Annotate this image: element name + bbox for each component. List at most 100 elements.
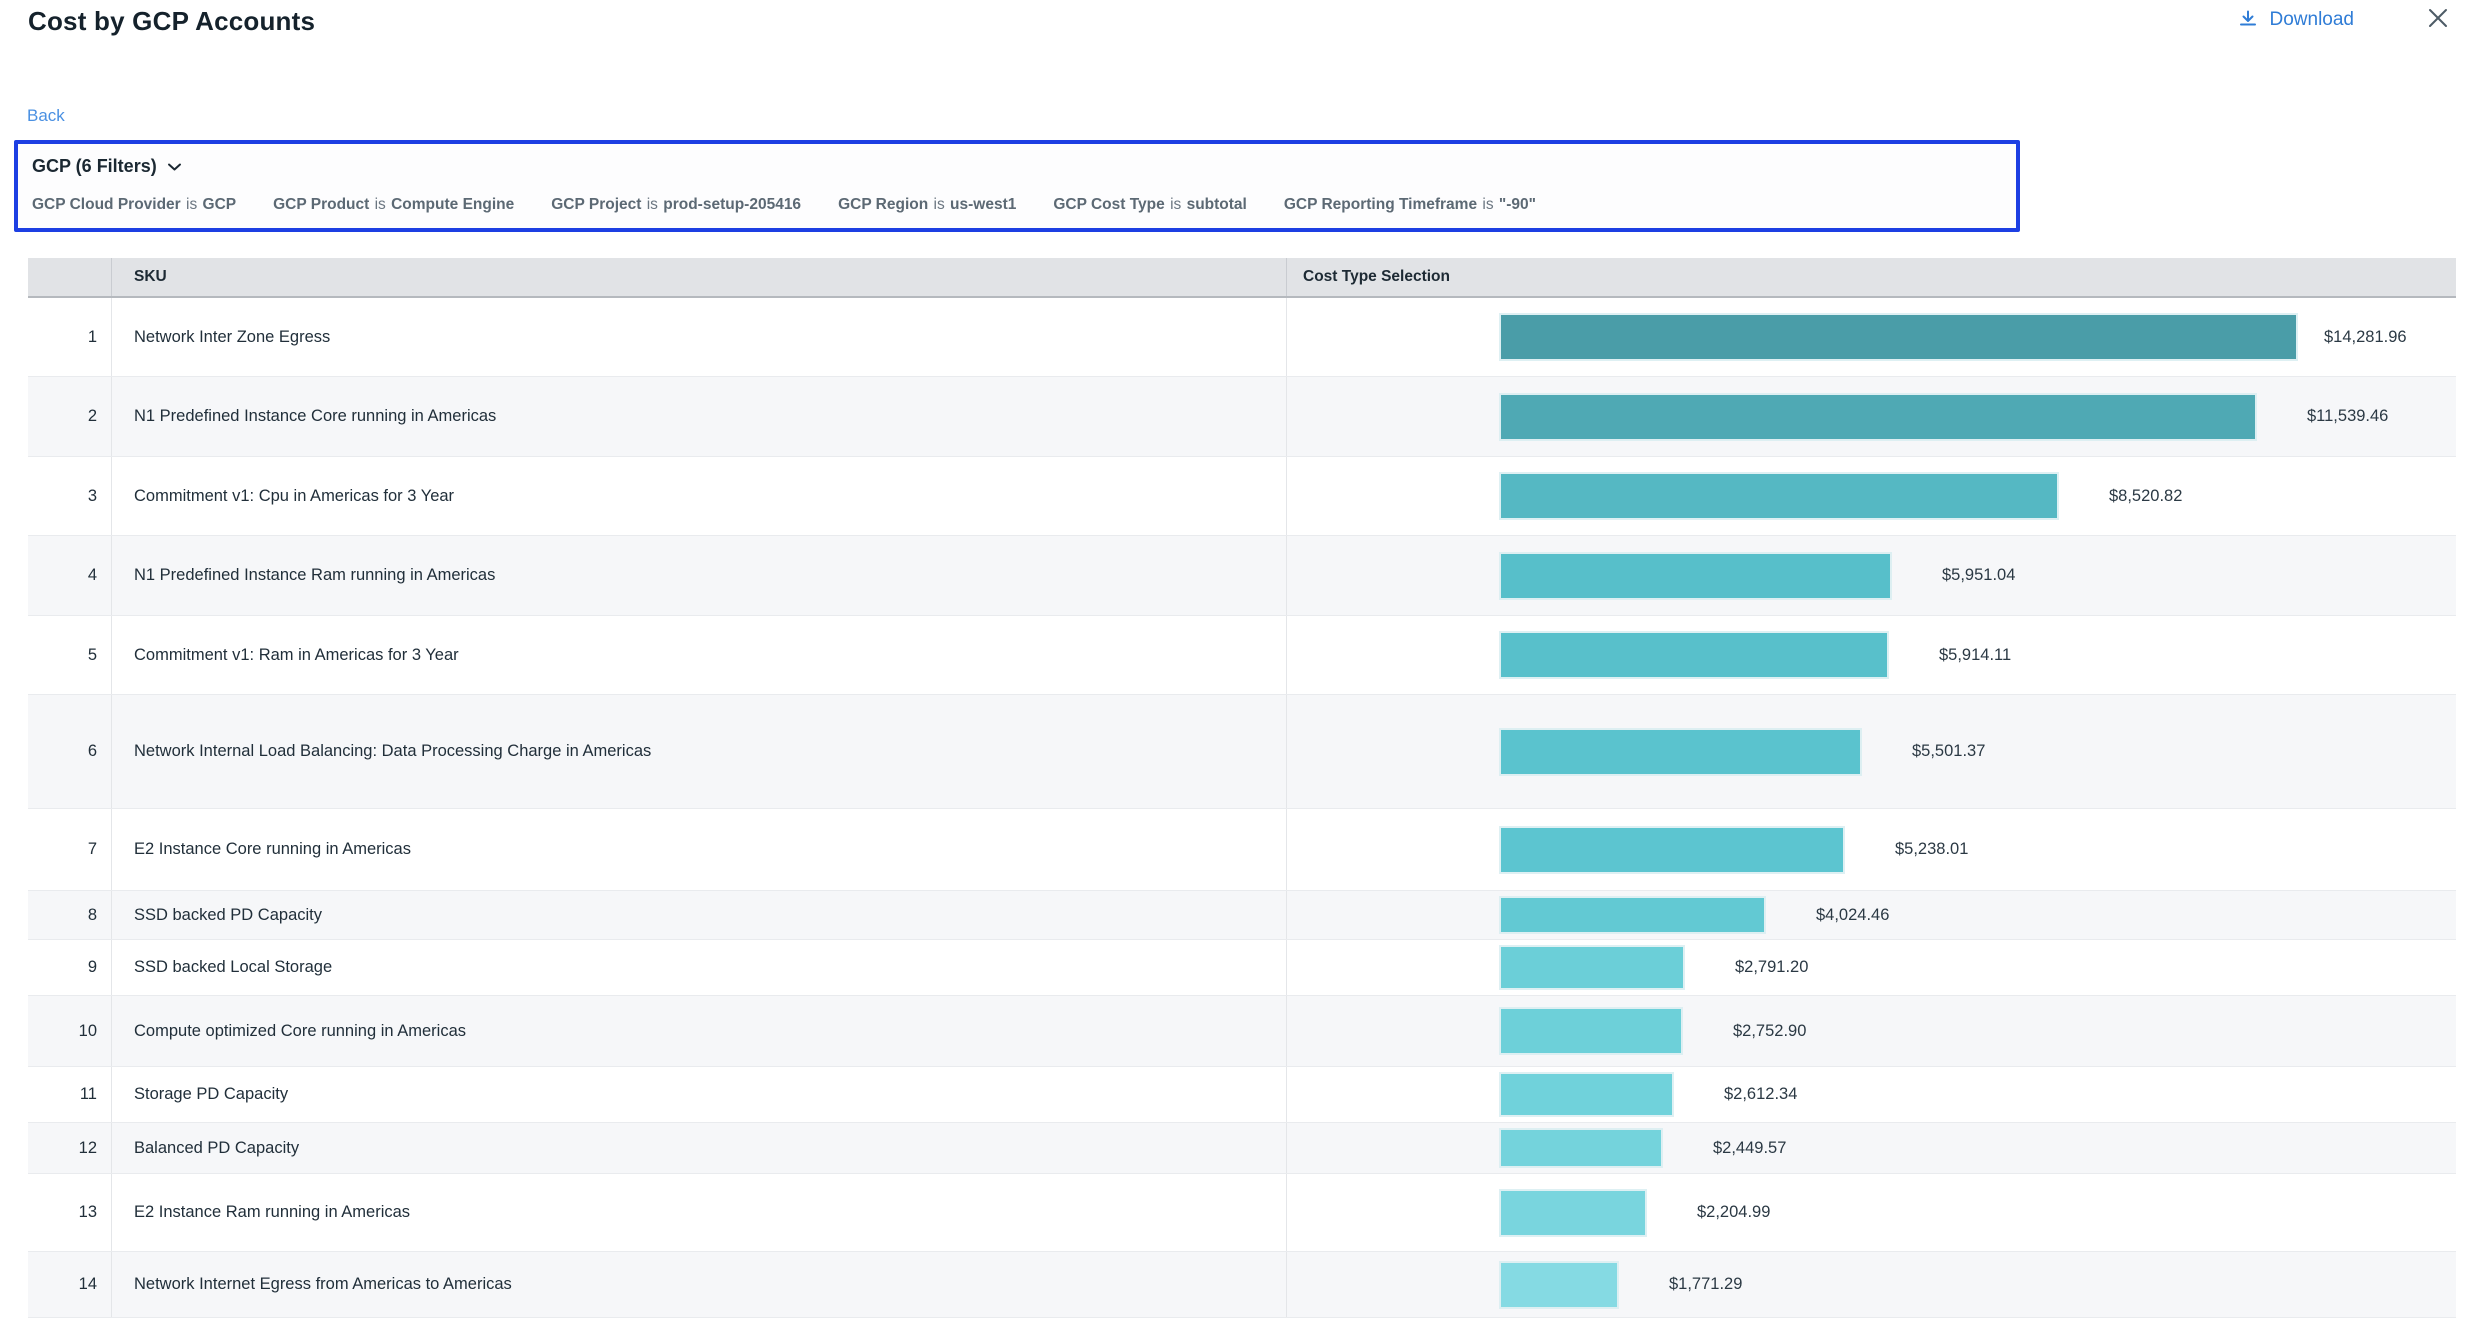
filter-summary-toggle[interactable]: GCP (6 Filters) (32, 154, 182, 178)
row-number: 14 (28, 1252, 112, 1317)
cost-table: SKU Cost Type Selection 1Network Inter Z… (28, 258, 2456, 1318)
row-number: 13 (28, 1174, 112, 1251)
cost-value-label: $1,771.29 (1669, 1275, 1742, 1294)
table-header: SKU Cost Type Selection (28, 258, 2456, 298)
filter-list: GCP Cloud Provider is GCP GCP Product is … (32, 194, 2002, 216)
cost-bar-cell: $2,752.90 (1287, 996, 2456, 1066)
download-icon (2238, 9, 2258, 30)
row-number: 4 (28, 536, 112, 615)
cost-bar-cell: $2,791.20 (1287, 940, 2456, 995)
cost-bar[interactable] (1501, 898, 1764, 932)
filter-chip[interactable]: GCP Product is Compute Engine (273, 194, 514, 216)
cost-bar[interactable] (1501, 1009, 1681, 1053)
table-row: 3Commitment v1: Cpu in Americas for 3 Ye… (28, 457, 2456, 536)
sku-cell: Commitment v1: Cpu in Americas for 3 Yea… (112, 457, 1287, 535)
sku-cell: Balanced PD Capacity (112, 1123, 1287, 1173)
back-link[interactable]: Back (27, 106, 65, 126)
row-number: 2 (28, 377, 112, 456)
cost-bar-cell: $14,281.96 (1287, 298, 2456, 376)
sku-cell: Storage PD Capacity (112, 1067, 1287, 1122)
cost-value-label: $2,612.34 (1724, 1085, 1797, 1104)
sku-cell: SSD backed PD Capacity (112, 891, 1287, 939)
table-row: 8SSD backed PD Capacity $4,024.46 (28, 891, 2456, 940)
cost-bar[interactable] (1501, 730, 1860, 774)
table-row: 13E2 Instance Ram running in Americas $2,… (28, 1174, 2456, 1252)
cost-bar[interactable] (1501, 1191, 1645, 1235)
cost-bar[interactable] (1501, 1263, 1617, 1307)
filter-chip[interactable]: GCP Project is prod-setup-205416 (551, 194, 801, 216)
close-button[interactable] (2426, 6, 2450, 33)
sku-cell: E2 Instance Ram running in Americas (112, 1174, 1287, 1251)
cost-bar-cell: $5,951.04 (1287, 536, 2456, 615)
sku-cell: N1 Predefined Instance Ram running in Am… (112, 536, 1287, 615)
cost-bar[interactable] (1501, 633, 1887, 677)
cost-bar-cell: $4,024.46 (1287, 891, 2456, 939)
chevron-down-icon (167, 154, 182, 178)
cost-bar[interactable] (1501, 947, 1683, 988)
header-sku[interactable]: SKU (112, 258, 1287, 296)
filter-chip[interactable]: GCP Cost Type is subtotal (1053, 194, 1247, 216)
table-row: 2N1 Predefined Instance Core running in … (28, 377, 2456, 457)
row-number: 3 (28, 457, 112, 535)
cost-report-modal: Cost by GCP Accounts Download Back (0, 0, 2476, 1314)
cost-bar-cell: $2,612.34 (1287, 1067, 2456, 1122)
table-row: 5Commitment v1: Ram in Americas for 3 Ye… (28, 616, 2456, 695)
header-cost-type-selection[interactable]: Cost Type Selection (1287, 258, 2456, 296)
cost-value-label: $8,520.82 (2109, 487, 2182, 506)
close-icon (2426, 18, 2450, 33)
cost-value-label: $5,238.01 (1895, 840, 1968, 859)
cost-bar-cell: $5,914.11 (1287, 616, 2456, 694)
download-button[interactable]: Download (2238, 9, 2355, 31)
cost-bar-cell: $8,520.82 (1287, 457, 2456, 535)
table-row: 6Network Internal Load Balancing: Data P… (28, 695, 2456, 809)
row-number: 10 (28, 996, 112, 1066)
cost-value-label: $5,501.37 (1912, 742, 1985, 761)
table-row: 1Network Inter Zone Egress$14,281.96 (28, 298, 2456, 377)
cost-bar-cell: $11,539.46 (1287, 377, 2456, 456)
cost-value-label: $5,914.11 (1939, 646, 2011, 665)
cost-value-label: $2,204.99 (1697, 1203, 1770, 1222)
cost-bar[interactable] (1501, 1074, 1672, 1115)
filter-chip[interactable]: GCP Reporting Timeframe is "-90" (1284, 194, 1536, 216)
top-bar: Cost by GCP Accounts Download (28, 6, 2456, 48)
cost-bar[interactable] (1501, 395, 2255, 439)
filter-chip[interactable]: GCP Cloud Provider is GCP (32, 194, 236, 216)
table-row: 12Balanced PD Capacity $2,449.57 (28, 1123, 2456, 1174)
cost-value-label: $5,951.04 (1942, 566, 2015, 585)
cost-bar[interactable] (1501, 315, 2296, 359)
page-title: Cost by GCP Accounts (28, 6, 315, 37)
row-number: 12 (28, 1123, 112, 1173)
row-number: 1 (28, 298, 112, 376)
row-number: 9 (28, 940, 112, 995)
sku-cell: Network Internal Load Balancing: Data Pr… (112, 695, 1287, 808)
cost-bar[interactable] (1501, 1130, 1661, 1166)
header-row-number (28, 258, 112, 296)
row-number: 11 (28, 1067, 112, 1122)
table-row: 14Network Internet Egress from Americas … (28, 1252, 2456, 1318)
top-actions: Download (2238, 6, 2457, 33)
sku-cell: SSD backed Local Storage (112, 940, 1287, 995)
row-number: 8 (28, 891, 112, 939)
table-row: 11Storage PD Capacity $2,612.34 (28, 1067, 2456, 1123)
filter-chip[interactable]: GCP Region is us-west1 (838, 194, 1016, 216)
cost-value-label: $2,449.57 (1713, 1139, 1786, 1158)
cost-bar[interactable] (1501, 554, 1890, 598)
row-number: 7 (28, 809, 112, 890)
sku-cell: Commitment v1: Ram in Americas for 3 Yea… (112, 616, 1287, 694)
sku-cell: Compute optimized Core running in Americ… (112, 996, 1287, 1066)
cost-bar-cell: $2,449.57 (1287, 1123, 2456, 1173)
filter-summary-label: GCP (6 Filters) (32, 154, 157, 178)
filter-panel: GCP (6 Filters) GCP Cloud Provider is GC… (14, 140, 2020, 232)
cost-bar-cell: $5,238.01 (1287, 809, 2456, 890)
sku-cell: E2 Instance Core running in Americas (112, 809, 1287, 890)
cost-value-label: $14,281.96 (2324, 328, 2407, 347)
row-number: 6 (28, 695, 112, 808)
cost-bar[interactable] (1501, 828, 1843, 872)
cost-value-label: $4,024.46 (1816, 906, 1889, 925)
sku-cell: N1 Predefined Instance Core running in A… (112, 377, 1287, 456)
cost-bar[interactable] (1501, 474, 2057, 518)
cost-bar-cell: $2,204.99 (1287, 1174, 2456, 1251)
cost-value-label: $11,539.46 (2307, 407, 2388, 426)
table-body: 1Network Inter Zone Egress$14,281.962N1 … (28, 298, 2456, 1318)
row-number: 5 (28, 616, 112, 694)
